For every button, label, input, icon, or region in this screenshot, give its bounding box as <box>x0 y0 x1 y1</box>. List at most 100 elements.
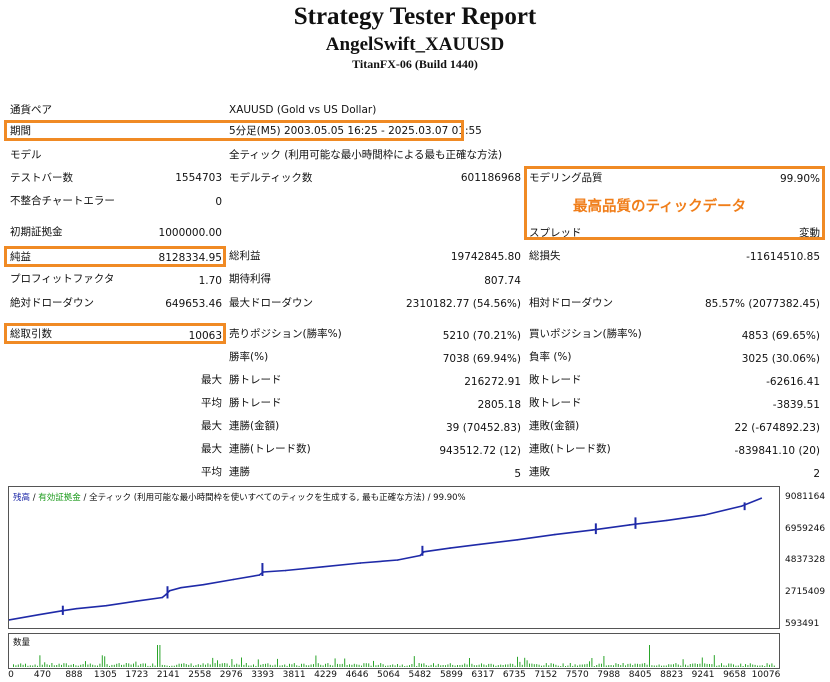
largest-loss-label: 敗トレード <box>529 374 582 386</box>
volume-bar <box>255 665 257 667</box>
volume-bar <box>65 663 67 667</box>
volume-bar <box>620 665 622 667</box>
volume-bar <box>140 663 142 667</box>
long-label: 買いポジション(勝率%) <box>529 328 642 340</box>
volume-bar <box>637 663 638 667</box>
volume-bar <box>469 658 470 667</box>
volume-bar <box>735 665 737 667</box>
volume-bar <box>130 664 132 667</box>
volume-bar <box>567 665 569 667</box>
volume-bar <box>241 657 242 667</box>
volume-bar <box>296 665 298 667</box>
expected-payoff-value: 807.74 <box>484 275 521 287</box>
balance-point <box>516 539 519 541</box>
volume-bar <box>363 663 365 667</box>
volume-bar <box>142 663 144 667</box>
volume-bar <box>598 663 600 667</box>
volume-bar <box>219 663 221 667</box>
x-tick-label: 2976 <box>219 670 243 680</box>
volume-bar <box>634 663 636 667</box>
volume-bar <box>574 664 576 667</box>
volume-bar <box>233 664 235 667</box>
volume-bar <box>581 664 583 667</box>
balance-point <box>760 497 763 500</box>
volume-bar <box>399 665 401 667</box>
average-loss-label: 敗トレード <box>529 397 582 409</box>
rel-dd-label: 相対ドローダウン <box>529 297 613 309</box>
volume-bar <box>435 665 437 667</box>
volume-bar <box>649 645 650 667</box>
volume-bar <box>152 663 154 667</box>
volume-bar <box>13 664 14 667</box>
volume-bar <box>473 665 475 667</box>
max-consec-loss-label: 連敗(金額) <box>529 420 580 432</box>
volume-chart: 数量 <box>8 633 780 669</box>
gross-loss-label: 総損失 <box>529 250 561 262</box>
balance-line <box>9 497 762 621</box>
volume-bar <box>29 665 31 667</box>
profit-factor-value: 1.70 <box>198 275 222 287</box>
volume-bar <box>543 665 545 667</box>
volume-bar <box>257 659 259 667</box>
report-title: Strategy Tester Report <box>293 3 537 30</box>
volume-bar <box>488 663 490 667</box>
volume-bar <box>409 665 410 667</box>
volume-bar <box>188 664 190 667</box>
volume-bar <box>92 664 94 667</box>
volume-bar <box>646 664 648 667</box>
volume-bar <box>154 665 156 667</box>
volume-bar <box>730 663 732 667</box>
volume-bar <box>569 663 571 667</box>
volume-bar <box>706 663 708 667</box>
volume-bar <box>106 664 108 667</box>
volume-bar <box>82 664 84 667</box>
volume-bar <box>315 655 317 667</box>
x-tick-label: 7152 <box>534 670 558 680</box>
volume-bar <box>639 664 641 667</box>
volume-bar <box>190 663 192 667</box>
volume-bar <box>447 664 449 667</box>
avg-consec-loss-value: 2 <box>813 468 820 480</box>
volume-bar <box>749 663 751 667</box>
x-tick-label: 6317 <box>471 670 495 680</box>
volume-bar <box>593 666 595 667</box>
balance-plot <box>9 497 763 621</box>
volume-bar <box>553 663 554 667</box>
volume-bar <box>627 663 629 667</box>
volume-bar <box>269 664 271 667</box>
volume-bar <box>514 665 516 667</box>
volume-bar <box>231 659 233 667</box>
volume-bar <box>169 666 170 667</box>
volume-bar <box>586 663 588 667</box>
volume-bar <box>625 665 626 667</box>
volume-bar <box>113 664 115 667</box>
total-trades-highlight <box>4 323 226 344</box>
volume-bar <box>375 665 377 667</box>
volume-bar <box>728 663 730 667</box>
volume-bar <box>89 663 91 667</box>
x-tick-label: 9241 <box>691 670 715 680</box>
expert-name: AngelSwift_XAUUSD <box>325 34 505 55</box>
volume-bar <box>596 665 598 667</box>
volume-bar <box>185 664 187 667</box>
balance-point <box>180 586 182 589</box>
volume-bar <box>617 664 619 667</box>
volume-bar <box>673 664 674 667</box>
volume-bar <box>682 659 684 667</box>
volume-bar <box>524 657 526 667</box>
max-consec2-loss-label: 連敗(トレード数) <box>529 443 611 455</box>
volume-bar <box>658 664 660 667</box>
volume-bar <box>135 661 137 667</box>
volume-bar <box>675 663 677 667</box>
volume-bar <box>529 663 530 667</box>
balance-point <box>703 514 706 516</box>
model-label: モデル <box>10 149 42 161</box>
server-build: TitanFX-06 (Build 1440) <box>352 57 478 71</box>
volume-bar <box>267 663 269 667</box>
volume-bar <box>425 665 427 667</box>
volume-bar <box>217 660 218 667</box>
volume-bar <box>200 664 202 667</box>
volume-bar <box>742 666 744 667</box>
volume-bar <box>519 661 521 667</box>
period-highlight <box>4 120 464 141</box>
